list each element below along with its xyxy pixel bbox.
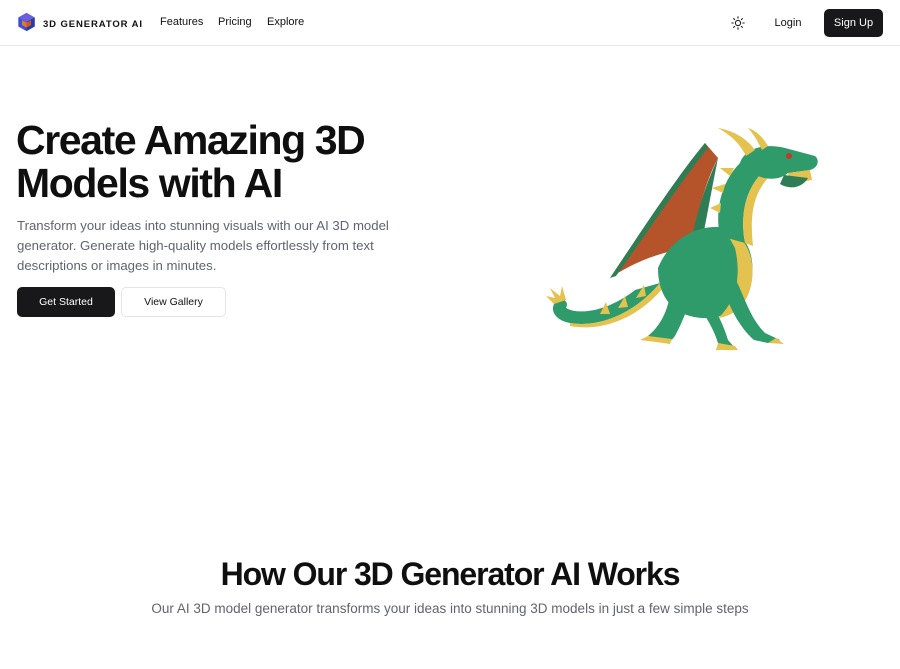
hero-description: Transform your ideas into stunning visua… [17,218,389,273]
nav-link-explore[interactable]: Explore [267,16,304,28]
get-started-button[interactable]: Get Started [17,287,115,317]
dragon-3d-model-image [540,118,830,358]
hero-title-line1: Create Amazing 3D [16,117,366,163]
signup-button[interactable]: Sign Up [824,9,883,37]
how-it-works-description: Our AI 3D model generator transforms you… [151,601,749,616]
how-it-works-title: How Our 3D Generator AI Works [220,556,681,592]
hero-title: Create Amazing 3D Models with AI [16,119,436,205]
brand-name: 3D GENERATOR AI [43,19,143,30]
brand-logo[interactable]: 3D GENERATOR AI [17,12,143,37]
view-gallery-button[interactable]: View Gallery [121,287,226,317]
cube-logo-icon [17,12,36,37]
login-button[interactable]: Login [768,9,808,36]
hero-title-line2: Models with AI [16,160,283,206]
top-navbar: 3D GENERATOR AI Features Pricing Explore… [0,0,900,46]
nav-link-features[interactable]: Features [160,16,203,28]
nav-link-pricing[interactable]: Pricing [218,16,252,28]
sun-icon[interactable] [731,16,745,30]
